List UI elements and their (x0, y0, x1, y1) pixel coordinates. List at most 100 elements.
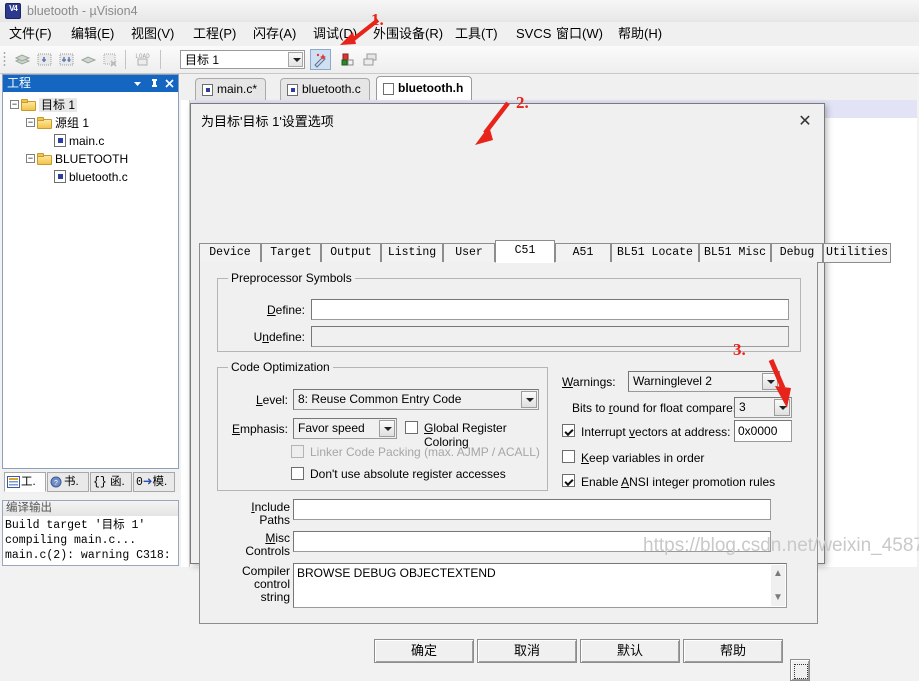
define-input[interactable] (311, 299, 789, 320)
menu-item-window[interactable]: 窗口(W) (553, 24, 606, 44)
translate-icon[interactable] (78, 49, 99, 70)
include-paths-label: Include Paths (225, 501, 290, 527)
tree-node-label: 目标 1 (39, 97, 78, 112)
ok-button[interactable]: 确定 (374, 639, 474, 663)
tab-utilities[interactable]: Utilities (823, 243, 891, 263)
tab-device[interactable]: Device (199, 243, 261, 263)
project-panel-header: 工程 (3, 75, 178, 92)
tree-expander-icon[interactable]: − (10, 100, 19, 110)
tab-user[interactable]: User (443, 243, 495, 263)
window-title-bar: V4 bluetooth - µVision4 (0, 0, 919, 23)
pin-icon[interactable] (148, 77, 161, 90)
tab-output[interactable]: Output (321, 243, 381, 263)
target-options-wizard-icon[interactable] (310, 49, 331, 70)
build-output-pane: 编译输出 Build target '目标 1' compiling main.… (2, 500, 179, 566)
window-title: bluetooth - µVision4 (27, 4, 138, 18)
editor-tab-bluetooth-h[interactable]: bluetooth.h (376, 76, 473, 100)
toolbar-separator (125, 50, 126, 69)
dialog-title: 为目标'目标 1'设置选项 (201, 114, 334, 129)
warnings-select[interactable]: Warninglevel 2 (628, 371, 780, 392)
project-bottom-tab-bar: 工. ? 书. {} 函. 0➜模. (2, 470, 179, 494)
tree-node-target[interactable]: − 目标 1 (6, 95, 175, 113)
chevron-down-icon[interactable] (131, 77, 144, 90)
manage-components-icon[interactable] (338, 49, 359, 70)
build-output-text[interactable]: Build target '目标 1' compiling main.c... … (5, 518, 176, 565)
compiler-control-textarea[interactable]: BROWSE DEBUG OBJECTEXTEND ▲ ▼ (293, 563, 787, 608)
menu-item-project[interactable]: 工程(P) (190, 24, 239, 44)
menu-item-edit[interactable]: 编辑(E) (68, 24, 117, 44)
tab-project[interactable]: 工. (4, 472, 46, 492)
tab-target[interactable]: Target (261, 243, 321, 263)
toolbar-grip[interactable] (3, 51, 6, 68)
chevron-down-icon[interactable]: ▼ (771, 591, 785, 604)
chevron-up-icon[interactable]: ▲ (771, 567, 785, 580)
annotation-number-3: 3. (733, 340, 746, 359)
tab-templates[interactable]: 0➜模. (133, 472, 175, 492)
menu-item-svcs[interactable]: SVCS (513, 24, 554, 44)
rebuild-icon[interactable] (34, 49, 55, 70)
tab-bl51-locate[interactable]: BL51 Locate (611, 243, 699, 263)
undefine-input[interactable] (311, 326, 789, 347)
build-output-title: 编译输出 (6, 502, 52, 514)
tree-node-bluetooth-c[interactable]: bluetooth.c (6, 167, 175, 185)
tree-expander-icon[interactable]: − (26, 154, 35, 164)
keep-variables-checkbox[interactable] (562, 450, 575, 463)
tree-expander-icon[interactable]: − (26, 118, 35, 128)
browse-folder-icon[interactable] (790, 659, 810, 681)
close-icon[interactable]: ✕ (794, 112, 816, 132)
compiler-control-label-line2: control (253, 577, 290, 591)
cancel-button[interactable]: 取消 (477, 639, 577, 663)
multi-project-icon[interactable] (360, 49, 381, 70)
close-icon[interactable] (163, 77, 176, 90)
optimization-level-select[interactable]: 8: Reuse Common Entry Code (293, 389, 539, 410)
chevron-down-icon[interactable] (521, 391, 537, 408)
annotation-number-2: 2. (516, 93, 529, 112)
dont-use-absolute-register-checkbox[interactable] (291, 467, 304, 480)
menu-item-help[interactable]: 帮助(H) (615, 24, 665, 44)
defaults-button[interactable]: 默认 (580, 639, 680, 663)
stop-build-icon[interactable] (100, 49, 121, 70)
help-button[interactable]: 帮助 (683, 639, 783, 663)
tab-listing[interactable]: Listing (381, 243, 443, 263)
build-icon[interactable] (12, 49, 33, 70)
interrupt-vectors-input[interactable]: 0x0000 (734, 420, 792, 442)
tab-c51[interactable]: C51 (495, 240, 555, 263)
build-output-line: Build target '目标 1' (5, 519, 146, 532)
editor-tab-main-c[interactable]: main.c* (195, 78, 267, 100)
chevron-down-icon[interactable] (288, 52, 303, 67)
tab-bl51-misc[interactable]: BL51 Misc (699, 243, 771, 263)
tab-functions[interactable]: {} 函. (90, 472, 132, 492)
annotation-arrow-2 (475, 101, 510, 145)
global-register-coloring-label: GGlobal Register Coloringlobal Register … (424, 421, 507, 449)
compiler-control-scrollbar[interactable]: ▲ ▼ (771, 565, 785, 606)
tree-node-main-c[interactable]: main.c (6, 131, 175, 149)
batch-build-icon[interactable] (56, 49, 77, 70)
tab-books[interactable]: ? 书. (47, 472, 89, 492)
menu-item-flash[interactable]: 闪存(A) (250, 24, 299, 44)
target-select[interactable]: 目标 1 (180, 50, 305, 69)
preprocessor-group-label: Preprocessor Symbols (228, 272, 355, 285)
preprocessor-group: Preprocessor Symbols DDefine:efine: Unde… (217, 272, 801, 352)
download-load-icon[interactable]: LOAD (132, 49, 153, 70)
tab-debug[interactable]: Debug (771, 243, 823, 263)
optimization-level-value: 8: Reuse Common Entry Code (298, 392, 462, 406)
enable-ansi-checkbox[interactable] (562, 474, 575, 487)
interrupt-vectors-checkbox[interactable] (562, 424, 575, 437)
build-output-header: 编译输出 (3, 501, 178, 516)
menu-item-tools[interactable]: 工具(T) (452, 24, 501, 44)
global-register-coloring-checkbox[interactable] (405, 421, 418, 434)
project-panel-title: 工程 (7, 76, 32, 90)
editor-tab-bluetooth-c[interactable]: bluetooth.c (280, 78, 370, 100)
target-select-value: 目标 1 (185, 53, 220, 67)
chevron-down-icon[interactable] (379, 420, 395, 437)
menu-item-view[interactable]: 视图(V) (128, 24, 177, 44)
menu-item-file[interactable]: 文件(F) (6, 24, 55, 44)
include-paths-input[interactable] (293, 499, 771, 520)
project-tree[interactable]: − 目标 1 − 源组 1 main.c − BLUETOOTH bluetooth.… (6, 95, 175, 466)
tree-node-source-group[interactable]: − 源组 1 (6, 113, 175, 131)
project-panel: 工程 − 目标 1 − 源组 1 main.c − BLUETOOTH bluetoo… (2, 74, 179, 469)
editor-tab-label: bluetooth.h (398, 81, 464, 95)
emphasis-select[interactable]: Favor speed (293, 418, 397, 439)
tab-a51[interactable]: A51 (555, 243, 611, 263)
tree-node-bluetooth-group[interactable]: − BLUETOOTH (6, 149, 175, 167)
